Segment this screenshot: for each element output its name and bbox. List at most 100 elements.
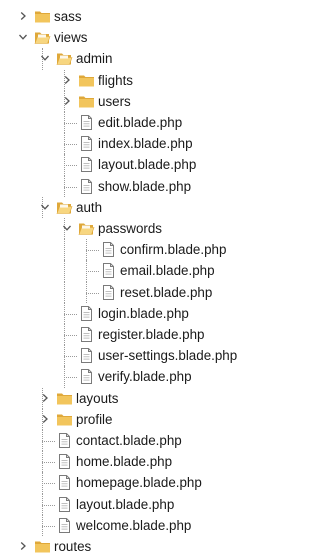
- tree-file-edit-blade-php[interactable]: edit.blade.php: [0, 112, 262, 134]
- tree-item-label: email.blade.php: [120, 263, 215, 279]
- folder-icon: [34, 538, 51, 555]
- tree-folder-routes[interactable]: routes: [0, 536, 262, 558]
- tree-guide-line: [42, 525, 55, 527]
- tree-item-label: contact.blade.php: [76, 433, 182, 448]
- tree-item-label: layouts: [76, 390, 119, 406]
- tree-file-register-blade-php[interactable]: register.blade.php: [0, 324, 262, 346]
- tree-item-label: reset.blade.php: [120, 284, 213, 300]
- file-icon: [78, 305, 95, 322]
- tree-folder-auth[interactable]: auth: [0, 196, 262, 219]
- tree-guide-line: [64, 356, 77, 358]
- tree-file-show-blade-php[interactable]: show.blade.php: [0, 175, 262, 198]
- file-icon: [56, 474, 73, 491]
- file-icon: [78, 114, 95, 131]
- tree-folder-views[interactable]: views: [0, 27, 262, 49]
- file-icon: [56, 496, 73, 513]
- tree-file-login-blade-php[interactable]: login.blade.php: [0, 302, 262, 325]
- tree-file-verify-blade-php[interactable]: verify.blade.php: [0, 366, 262, 388]
- tree-file-reset-blade-php[interactable]: reset.blade.php: [0, 281, 262, 304]
- tree-item-label: routes: [54, 539, 92, 554]
- tree-guide-line: [42, 441, 55, 442]
- tree-file-confirm-blade-php[interactable]: confirm.blade.php: [0, 239, 262, 261]
- tree-item-label: index.blade.php: [98, 136, 193, 152]
- tree-guide-line: [64, 260, 65, 282]
- tree-item-label: home.blade.php: [76, 454, 173, 470]
- folder-icon: [78, 93, 95, 110]
- folder-icon: [56, 390, 73, 407]
- chevron-right-icon[interactable]: [40, 414, 50, 424]
- tree-guide-line: [64, 281, 65, 303]
- file-icon: [56, 432, 73, 449]
- tree-guide-line: [64, 377, 77, 379]
- chevron-down-icon[interactable]: [18, 32, 28, 42]
- tree-guide-line: [42, 483, 55, 485]
- tree-guide-line: [64, 186, 77, 188]
- file-icon: [78, 368, 95, 385]
- tree-item-label: verify.blade.php: [98, 369, 192, 385]
- tree-item-label: flights: [98, 72, 133, 88]
- tree-item-label: profile: [76, 411, 113, 427]
- file-icon: [56, 517, 73, 534]
- tree-file-layout-blade-php[interactable]: layout.blade.php: [0, 154, 262, 176]
- file-icon: [100, 241, 117, 258]
- tree-item-label: show.blade.php: [98, 178, 192, 194]
- tree-item-label: confirm.blade.php: [120, 242, 227, 258]
- tree-file-layout-blade-php[interactable]: layout.blade.php: [0, 493, 262, 516]
- chevron-right-icon[interactable]: [18, 11, 28, 21]
- tree-item-label: layout.blade.php: [98, 157, 197, 173]
- tree-item-label: sass: [54, 9, 82, 24]
- tree-item-label: views: [54, 30, 88, 46]
- tree-file-homepage-blade-php[interactable]: homepage.blade.php: [0, 472, 262, 494]
- tree-guide-line: [42, 504, 55, 506]
- tree-item-label: admin: [76, 51, 113, 67]
- tree-file-email-blade-php[interactable]: email.blade.php: [0, 260, 262, 282]
- tree-item-label: layout.blade.php: [76, 496, 175, 512]
- tree-guide-line: [42, 462, 55, 464]
- tree-guide-line: [64, 313, 77, 315]
- tree-folder-layouts[interactable]: layouts: [0, 387, 262, 410]
- tree-item-label: welcome.blade.php: [76, 517, 192, 533]
- chevron-down-icon[interactable]: [62, 223, 72, 233]
- tree-item-label: passwords: [98, 221, 163, 236]
- tree-item-label: register.blade.php: [98, 327, 205, 342]
- tree-file-user-settings-blade-php[interactable]: user-settings.blade.php: [0, 345, 262, 367]
- file-icon: [78, 156, 95, 173]
- tree-guide-line: [64, 165, 77, 167]
- file-icon: [78, 135, 95, 152]
- tree-file-welcome-blade-php[interactable]: welcome.blade.php: [0, 514, 262, 537]
- tree-folder-sass[interactable]: sass: [0, 6, 262, 28]
- file-icon: [100, 284, 117, 301]
- tree-item-label: login.blade.php: [98, 305, 189, 321]
- chevron-down-icon[interactable]: [40, 202, 50, 212]
- tree-file-contact-blade-php[interactable]: contact.blade.php: [0, 430, 262, 452]
- folder-open-icon: [34, 29, 51, 46]
- tree-guide-line: [86, 271, 99, 273]
- tree-guide-line: [64, 144, 77, 146]
- folder-open-icon: [56, 50, 73, 67]
- chevron-right-icon[interactable]: [62, 96, 72, 106]
- tree-item-label: user-settings.blade.php: [98, 348, 238, 364]
- tree-folder-flights[interactable]: flights: [0, 69, 262, 92]
- tree-file-index-blade-php[interactable]: index.blade.php: [0, 133, 262, 155]
- tree-item-label: auth: [76, 199, 103, 215]
- file-tree: sass views admin flights users edit.blade.php…: [0, 0, 262, 554]
- file-icon: [100, 262, 117, 279]
- tree-folder-passwords[interactable]: passwords: [0, 218, 262, 240]
- chevron-right-icon[interactable]: [40, 393, 50, 403]
- tree-guide-line: [64, 335, 77, 336]
- chevron-right-icon[interactable]: [18, 541, 28, 551]
- folder-icon: [56, 411, 73, 428]
- tree-folder-profile[interactable]: profile: [0, 408, 262, 431]
- file-icon: [78, 347, 95, 364]
- tree-item-label: homepage.blade.php: [76, 475, 202, 491]
- file-icon: [56, 453, 73, 470]
- tree-file-home-blade-php[interactable]: home.blade.php: [0, 451, 262, 473]
- tree-guide-line: [64, 123, 77, 124]
- folder-open-icon: [56, 199, 73, 216]
- chevron-down-icon[interactable]: [40, 53, 50, 63]
- tree-item-label: users: [98, 93, 131, 109]
- folder-icon: [34, 8, 51, 25]
- tree-folder-users[interactable]: users: [0, 90, 262, 113]
- tree-folder-admin[interactable]: admin: [0, 48, 262, 70]
- chevron-right-icon[interactable]: [62, 75, 72, 85]
